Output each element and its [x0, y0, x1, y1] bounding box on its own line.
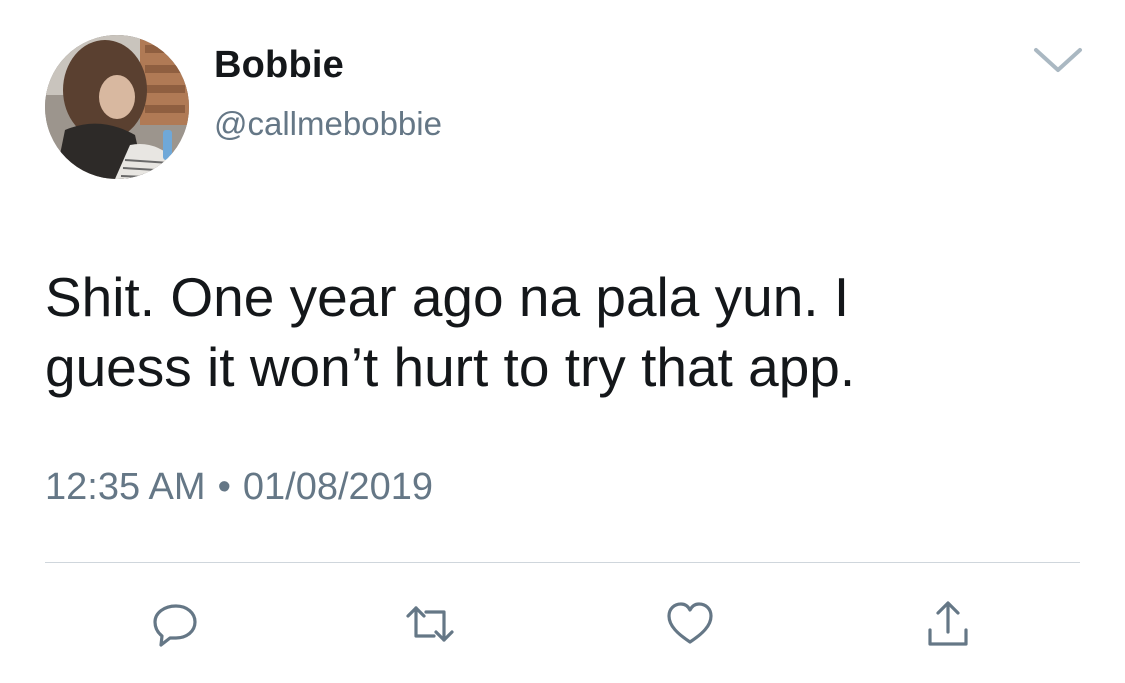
tweet-text: Shit. One year ago na pala yun. I guess … — [45, 262, 1085, 402]
avatar[interactable] — [45, 35, 189, 179]
display-name[interactable]: Bobbie — [214, 44, 344, 87]
separator-dot: • — [217, 466, 231, 508]
tweet-date: 01/08/2019 — [242, 466, 434, 508]
divider — [45, 562, 1080, 563]
share-button[interactable] — [922, 598, 974, 650]
tweet-time: 12:35 AM — [45, 466, 206, 508]
share-icon — [928, 601, 968, 646]
chevron-down-icon[interactable] — [1032, 42, 1084, 76]
reply-button[interactable] — [150, 598, 202, 650]
heart-icon — [667, 602, 713, 644]
tweet-text-line: Shit. One year ago na pala yun. I — [45, 266, 850, 328]
user-handle[interactable]: @callmebobbie — [214, 105, 442, 143]
reply-icon — [153, 604, 197, 647]
retweet-button[interactable] — [404, 598, 456, 650]
avatar-photo — [45, 35, 189, 179]
timestamp[interactable]: 12:35 AM • 01/08/2019 — [45, 466, 433, 509]
tweet-text-line: guess it won’t hurt to try that app. — [45, 336, 856, 398]
retweet-icon — [406, 606, 454, 642]
like-button[interactable] — [664, 598, 716, 650]
